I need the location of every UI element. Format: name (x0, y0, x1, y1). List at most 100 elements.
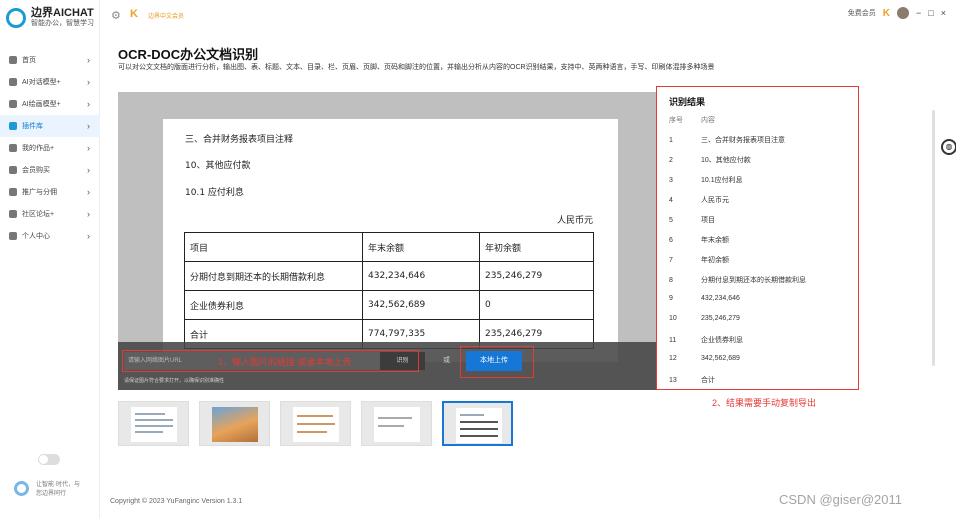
table-row: 企业债券利息 342,562,689 0 (184, 290, 594, 320)
results-header: 序号 内容 (669, 115, 715, 125)
result-index: 13 (669, 377, 677, 384)
share-icon (9, 188, 17, 196)
sidebar-item-label: 插件库 (22, 123, 43, 130)
result-row: 9 432,234,646 (669, 295, 740, 302)
sample-thumbnail[interactable] (118, 401, 189, 446)
logo-title: 边界AICHAT (31, 7, 94, 19)
result-row: 6 年末余额 (669, 235, 729, 245)
table-cell: 企业债券利息 (184, 290, 363, 320)
table-cell: 年初余额 (479, 232, 594, 262)
sidebar-nav: 首页 › AI对话模型+ › AI绘画模型+ › 插件库 › 我的作品+ › 会员购买 › … (0, 49, 100, 247)
table-row: 分期付息到期还本的长期借款利息 432,234,646 235,246,279 (184, 261, 594, 291)
copyright: Copyright © 2023 YuFanginc Version 1.3.1 (110, 498, 243, 505)
result-row: 10 235,246,279 (669, 315, 740, 322)
upload-hint: 请保证图片符合要求打开，以确保识别准确性 (124, 378, 225, 384)
member-icon (9, 166, 17, 174)
sidebar-item-membership[interactable]: 会员购买 › (0, 159, 100, 181)
close-button[interactable]: × (941, 8, 946, 18)
doc-heading-3: 10.1 应付利息 (185, 188, 244, 198)
brand-icon (14, 481, 29, 496)
doc-unit: 人民币元 (557, 216, 594, 226)
chat-icon (9, 78, 17, 86)
sidebar-item-referral[interactable]: 推广与分佣 › (0, 181, 100, 203)
chevron-right-icon: › (87, 209, 90, 219)
result-row: 1 三、合并财务报表项目注意 (669, 135, 785, 145)
sidebar-item-label: 推广与分佣 (22, 189, 57, 196)
result-index: 7 (669, 257, 673, 264)
annotation-label-2: 2、结果需要手动复制导出 (712, 398, 817, 408)
chevron-right-icon: › (87, 165, 90, 175)
result-text: 人民币元 (701, 197, 729, 204)
promo-link[interactable]: 边界中文会员 (148, 11, 184, 20)
sample-thumbnail[interactable] (199, 401, 270, 446)
chevron-right-icon: › (87, 77, 90, 87)
chevron-right-icon: › (87, 99, 90, 109)
sidebar-item-label: 我的作品+ (22, 145, 55, 152)
sidebar-item-works[interactable]: 我的作品+ › (0, 137, 100, 159)
result-index: 8 (669, 277, 673, 284)
result-text: 432,234,646 (701, 295, 740, 302)
scrollbar[interactable] (932, 110, 935, 366)
result-index: 1 (669, 137, 673, 144)
floating-assistant-icon[interactable]: ◍ (941, 139, 956, 155)
logo-icon (6, 8, 26, 28)
chevron-right-icon: › (87, 55, 90, 65)
result-index: 12 (669, 355, 677, 362)
maximize-button[interactable]: □ (928, 8, 933, 18)
sample-thumbnail-selected[interactable] (442, 401, 513, 446)
toggle-knob (39, 455, 48, 464)
result-text: 10、其他应付款 (701, 157, 751, 164)
result-index: 9 (669, 295, 673, 302)
table-cell: 0 (479, 290, 594, 320)
sidebar-item-home[interactable]: 首页 › (0, 49, 100, 71)
doc-heading-2: 10、其他应付款 (185, 161, 251, 171)
logo-subtitle: 智能办公，智慧学习 (31, 20, 94, 27)
result-row: 2 10、其他应付款 (669, 155, 751, 165)
sidebar-item-ai-chat[interactable]: AI对话模型+ › (0, 71, 100, 93)
result-text: 项目 (701, 217, 715, 224)
table-row: 项目 年末余额 年初余额 (184, 232, 594, 262)
results-panel: 识别结果 序号 内容 1 三、合并财务报表项目注意 2 10、其他应付款 3 10.1应付… (656, 86, 859, 390)
settings-icon[interactable]: ⚙ (111, 9, 121, 22)
results-title: 识别结果 (669, 97, 706, 107)
table-cell: 342,562,689 (362, 290, 480, 320)
page-description: 可以对公文文档的版面进行分析，输出图、表、标题、文本、目录、栏、页眉、页脚、页码… (118, 64, 715, 71)
top-bar: ⚙ K 边界中文会员 免费会员 K − □ × (100, 0, 956, 30)
sidebar-item-label: 个人中心 (22, 233, 50, 240)
table-cell: 235,246,279 (479, 261, 594, 291)
or-label: 或 (443, 357, 450, 364)
result-text: 年初余额 (701, 257, 729, 264)
sidebar-item-ai-drawing[interactable]: AI绘画模型+ › (0, 93, 100, 115)
result-text: 10.1应付利息 (701, 177, 743, 184)
sample-thumbnail[interactable] (280, 401, 351, 446)
logo[interactable]: 边界AICHAT 智能办公，智慧学习 (6, 7, 94, 29)
watermark: CSDN @giser@2011 (779, 492, 902, 507)
result-index: 4 (669, 197, 673, 204)
sidebar-item-profile[interactable]: 个人中心 › (0, 225, 100, 247)
result-index: 3 (669, 177, 673, 184)
plugin-icon (9, 122, 17, 130)
result-text: 235,246,279 (701, 315, 740, 322)
annotation-label-1: 1、输入图片的链接 或者本地上传 (218, 357, 352, 367)
result-text: 企业债券利息 (701, 337, 743, 344)
result-text: 342,562,689 (701, 355, 740, 362)
result-index: 11 (669, 337, 677, 344)
works-icon (9, 144, 17, 152)
table-cell: 分期付息到期还本的长期借款利息 (184, 261, 363, 291)
user-level-label[interactable]: 免费会员 (848, 8, 876, 18)
avatar[interactable] (897, 7, 910, 19)
sidebar-item-plugins[interactable]: 插件库 › (0, 115, 100, 137)
result-text: 年末余额 (701, 237, 729, 244)
minimize-button[interactable]: − (916, 8, 921, 18)
result-text: 合计 (701, 377, 715, 384)
result-index: 6 (669, 237, 673, 244)
table-cell: 432,234,646 (362, 261, 480, 291)
theme-toggle[interactable] (38, 454, 60, 465)
page-title: OCR-DOC办公文档识别 (118, 47, 259, 62)
app-window: 边界AICHAT 智能办公，智慧学习 首页 › AI对话模型+ › AI绘画模型+ ›… (0, 0, 956, 518)
result-row: 13 合计 (669, 375, 715, 385)
table-cell: 项目 (184, 232, 363, 262)
sidebar-item-forum[interactable]: 社区论坛+ › (0, 203, 100, 225)
sample-thumbnail[interactable] (361, 401, 432, 446)
doc-heading-1: 三、合并财务报表项目注释 (185, 135, 294, 145)
